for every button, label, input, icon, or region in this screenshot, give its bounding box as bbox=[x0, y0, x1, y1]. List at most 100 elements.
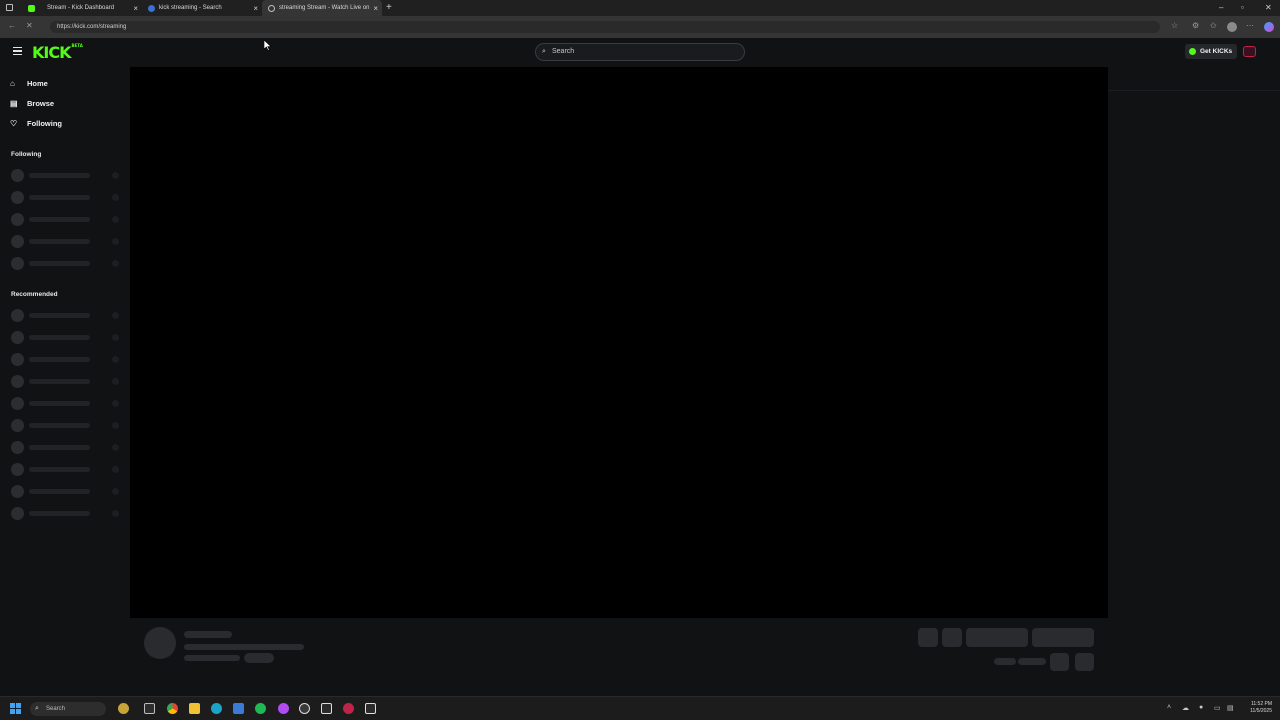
task-view-icon[interactable] bbox=[144, 703, 155, 714]
kick-favicon-icon bbox=[28, 4, 35, 12]
skeleton-bar bbox=[184, 631, 232, 638]
sidebar-item-following[interactable]: ♡ Following bbox=[10, 116, 62, 130]
network-icon[interactable]: ▤ bbox=[1227, 704, 1234, 712]
minimize-icon[interactable]: – bbox=[1219, 3, 1223, 12]
search-input[interactable]: ⌕ Search bbox=[535, 43, 745, 61]
tab-stream[interactable]: streaming Stream - Watch Live on × bbox=[262, 0, 382, 16]
channel-skeleton bbox=[11, 213, 123, 226]
app-icon[interactable] bbox=[343, 703, 354, 714]
channel-skeleton bbox=[11, 397, 123, 410]
new-tab-icon[interactable]: + bbox=[386, 2, 392, 13]
start-icon[interactable] bbox=[10, 703, 21, 714]
skeleton-bar bbox=[184, 644, 304, 650]
skeleton-button bbox=[918, 628, 938, 647]
app-icon[interactable] bbox=[365, 703, 376, 714]
display-icon[interactable]: ▭ bbox=[1214, 704, 1221, 712]
tab-title: Stream - Kick Dashboard bbox=[47, 5, 115, 11]
chevron-up-icon[interactable]: ˄ bbox=[1167, 704, 1171, 711]
sidebar-item-label: Following bbox=[27, 118, 62, 128]
tab-title: kick streaming - Search bbox=[159, 5, 222, 11]
close-tab-icon[interactable]: × bbox=[373, 4, 378, 13]
streamer-avatar-skeleton bbox=[144, 627, 176, 659]
kick-logo[interactable]: KICKBETA bbox=[32, 43, 83, 62]
windows-taskbar: ⌕ Search ˄ ☁ ● ▭ ▤ 11:52 PM 11/5/2025 bbox=[0, 696, 1280, 720]
skeleton-bar bbox=[1018, 658, 1046, 665]
store-icon[interactable] bbox=[233, 703, 244, 714]
channel-skeleton bbox=[11, 441, 123, 454]
taskbar-search[interactable]: ⌕ Search bbox=[30, 702, 106, 716]
skeleton-button bbox=[1075, 653, 1094, 671]
cloud-icon[interactable]: ☁ bbox=[1182, 704, 1189, 712]
kicks-coin-icon bbox=[1189, 48, 1196, 55]
back-icon[interactable]: ← bbox=[8, 21, 16, 30]
search-icon: ⌕ bbox=[35, 705, 39, 712]
url-field[interactable]: https://kick.com/streaming bbox=[50, 21, 1160, 33]
taskbar-clock[interactable]: 11:52 PM 11/5/2025 bbox=[1236, 701, 1272, 715]
close-tab-icon[interactable]: × bbox=[253, 4, 258, 13]
obs-icon[interactable] bbox=[299, 703, 310, 714]
favorites-icon[interactable]: ✩ bbox=[1210, 21, 1217, 30]
loading-icon bbox=[268, 4, 275, 12]
edge-icon[interactable] bbox=[211, 703, 222, 714]
channel-skeleton bbox=[11, 191, 123, 204]
messenger-icon[interactable] bbox=[278, 703, 289, 714]
address-bar-row: ← ✕ https://kick.com/streaming ☆ ⚙ ✩ ⋯ bbox=[0, 16, 1280, 38]
skeleton-bar bbox=[994, 658, 1016, 665]
sidebar-item-label: Home bbox=[27, 78, 48, 88]
channel-skeleton bbox=[11, 485, 123, 498]
mic-icon[interactable]: ● bbox=[1199, 704, 1203, 711]
tab-search[interactable]: kick streaming - Search × bbox=[142, 0, 262, 16]
widget-icon[interactable] bbox=[118, 703, 129, 714]
channel-skeleton bbox=[11, 331, 123, 344]
skeleton-button bbox=[1050, 653, 1069, 671]
search-icon: ⌕ bbox=[542, 48, 546, 55]
taskbar-search-placeholder: Search bbox=[46, 706, 66, 712]
profile-icon[interactable] bbox=[1227, 22, 1237, 32]
mouse-cursor-icon bbox=[264, 40, 272, 51]
video-player[interactable] bbox=[130, 67, 1108, 618]
tab-actions-icon[interactable] bbox=[6, 4, 13, 11]
sidebar-item-label: Browse bbox=[27, 98, 55, 108]
close-window-icon[interactable]: ✕ bbox=[1265, 3, 1272, 12]
channel-skeleton bbox=[11, 235, 123, 248]
channel-skeleton bbox=[11, 309, 123, 322]
copilot-icon[interactable] bbox=[1264, 22, 1274, 32]
channel-skeleton bbox=[11, 375, 123, 388]
url-text: https://kick.com/streaming bbox=[57, 24, 127, 30]
skeleton-bar bbox=[244, 653, 274, 663]
hamburger-menu-icon[interactable] bbox=[13, 47, 22, 57]
close-tab-icon[interactable]: × bbox=[133, 4, 138, 13]
browser-titlebar: Stream - Kick Dashboard × kick streaming… bbox=[0, 0, 1280, 16]
chat-panel bbox=[1108, 66, 1280, 696]
channel-skeleton bbox=[11, 463, 123, 476]
channel-skeleton bbox=[11, 353, 123, 366]
menu-icon[interactable]: ⋯ bbox=[1246, 21, 1254, 30]
get-kicks-button[interactable]: Get KICKs bbox=[1185, 44, 1238, 59]
skeleton-button bbox=[942, 628, 962, 647]
channel-skeleton bbox=[11, 169, 123, 182]
spotify-icon[interactable] bbox=[255, 703, 266, 714]
tab-kick-dashboard[interactable]: Stream - Kick Dashboard × bbox=[22, 0, 142, 16]
home-icon: ⌂ bbox=[10, 78, 15, 88]
capcut-icon[interactable] bbox=[321, 703, 332, 714]
sidebar-item-browse[interactable]: ▤ Browse bbox=[10, 96, 54, 110]
sidebar: ⌂ Home ▤ Browse ♡ Following Following Re… bbox=[0, 66, 130, 696]
star-icon[interactable]: ☆ bbox=[1171, 21, 1178, 30]
file-explorer-icon[interactable] bbox=[189, 703, 200, 714]
sidebar-item-home[interactable]: ⌂ Home bbox=[10, 76, 48, 90]
refresh-icon[interactable]: ✕ bbox=[26, 21, 33, 30]
extensions-icon[interactable]: ⚙ bbox=[1192, 21, 1199, 30]
skeleton-bar bbox=[184, 655, 240, 661]
maximize-icon[interactable]: ▫ bbox=[1241, 3, 1244, 12]
search-favicon-icon bbox=[148, 4, 155, 12]
user-avatar[interactable] bbox=[1243, 46, 1256, 57]
skeleton-button bbox=[1032, 628, 1094, 647]
following-heading: Following bbox=[11, 151, 42, 158]
recommended-heading: Recommended bbox=[11, 291, 58, 298]
heart-icon: ♡ bbox=[10, 118, 18, 128]
chrome-icon[interactable] bbox=[167, 703, 178, 714]
kick-app: KICKBETA ⌕ Search Get KICKs ⌂ Home ▤ Bro… bbox=[0, 38, 1280, 696]
channel-skeleton bbox=[11, 257, 123, 270]
clock-time: 11:52 PM bbox=[1250, 701, 1272, 707]
channel-skeleton bbox=[11, 507, 123, 520]
